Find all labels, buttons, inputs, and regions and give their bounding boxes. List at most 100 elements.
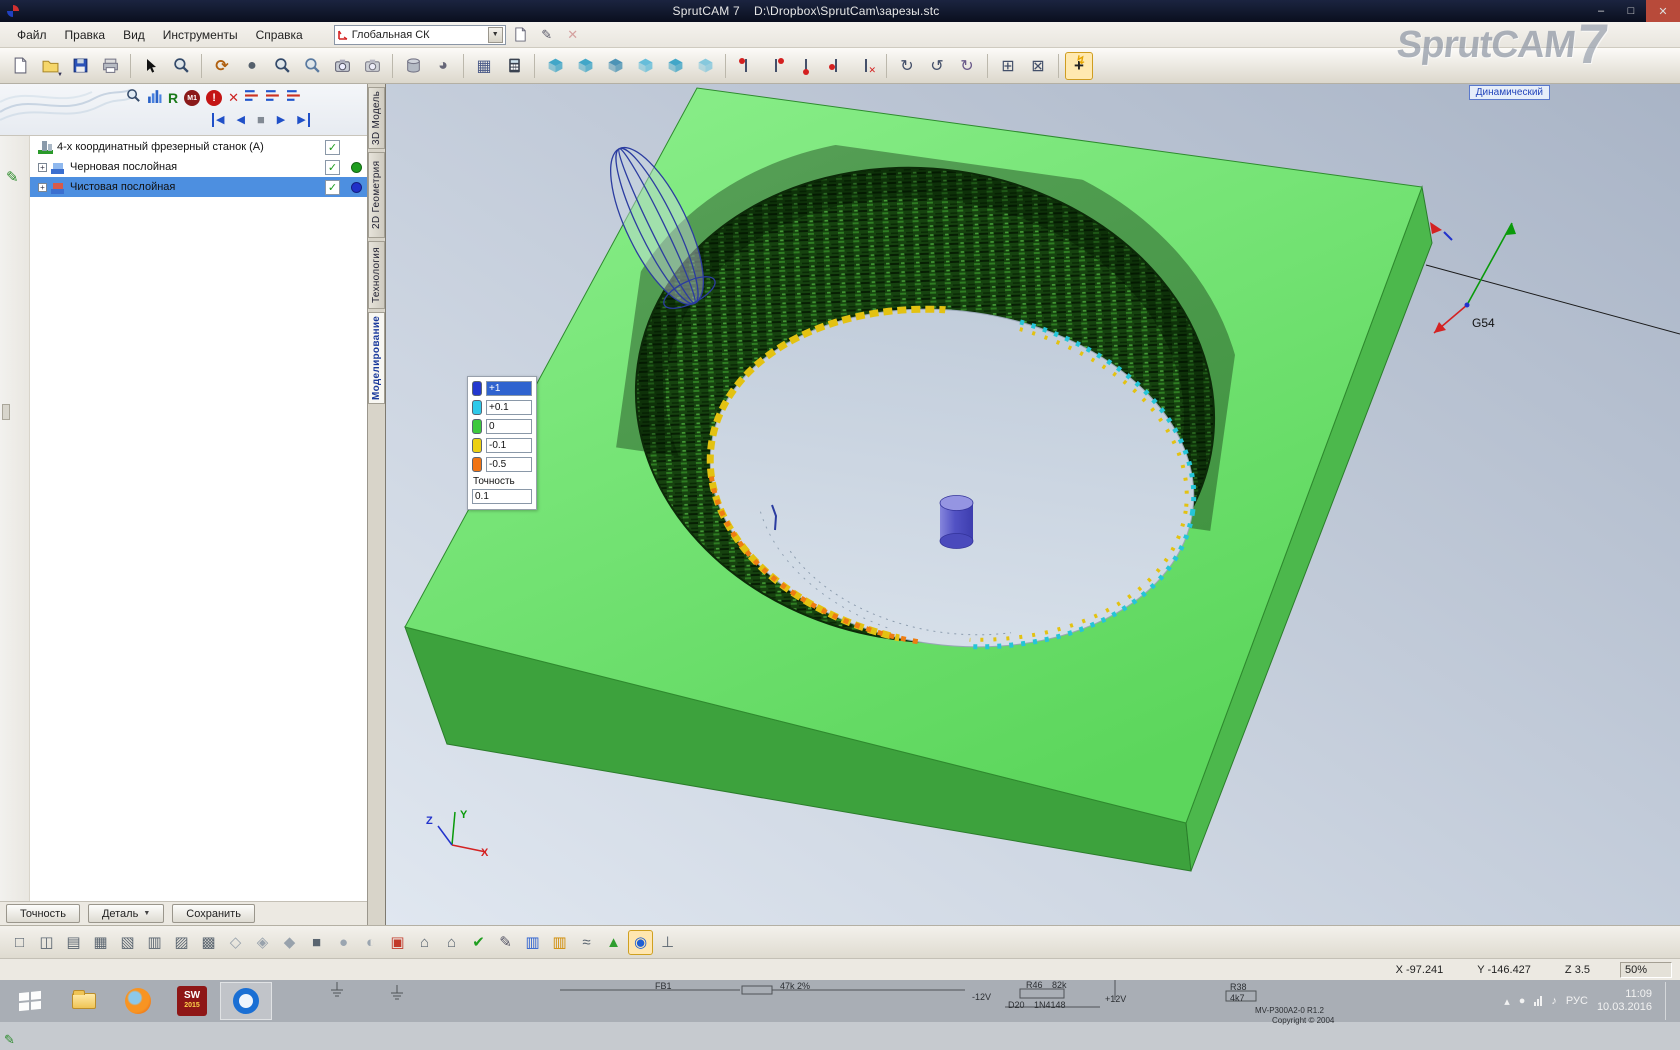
checkmark-icon[interactable]: ✓ bbox=[325, 139, 340, 155]
taskbar-clock[interactable]: 11:09 10.03.2016 bbox=[1597, 988, 1652, 1014]
tree-item-machine[interactable]: 4-х координатный фрезерный станок (А) ✓ bbox=[30, 137, 367, 157]
delete-point-icon[interactable]: ✕ bbox=[852, 52, 880, 80]
new-document-icon[interactable] bbox=[6, 52, 34, 80]
coordinate-capture-icon[interactable]: + ↯ bbox=[1065, 51, 1093, 80]
taskbar-explorer[interactable] bbox=[58, 982, 110, 1020]
statistics-icon[interactable] bbox=[147, 88, 162, 108]
tab-2d-geometry[interactable]: 2D Геометрия bbox=[368, 152, 385, 238]
taskbar-firefox[interactable] bbox=[112, 982, 164, 1020]
edit-pencil-icon[interactable]: ✎ bbox=[6, 168, 19, 186]
stop-icon[interactable]: ■ bbox=[257, 113, 265, 127]
menu-tools[interactable]: Инструменты bbox=[154, 24, 247, 46]
sort-list-icon-3[interactable] bbox=[287, 89, 302, 107]
wireframe-box-icon[interactable]: □ bbox=[7, 930, 32, 955]
section-box-icon[interactable]: ▧ bbox=[115, 930, 140, 955]
copy-cs-icon[interactable] bbox=[510, 25, 532, 45]
menu-view[interactable]: Вид bbox=[114, 24, 154, 46]
save-icon[interactable] bbox=[66, 52, 94, 80]
menu-help[interactable]: Справка bbox=[247, 24, 312, 46]
step-back-icon[interactable]: ◀ bbox=[236, 113, 244, 127]
expand-icon[interactable]: + bbox=[38, 182, 47, 192]
taskbar-solidworks[interactable]: SW 2015 bbox=[166, 982, 218, 1020]
play-icon[interactable]: ▶ bbox=[277, 113, 285, 127]
chart-orange-icon[interactable]: ▥ bbox=[547, 930, 572, 955]
mesh-box-icon[interactable]: ▦ bbox=[88, 930, 113, 955]
accuracy-button[interactable]: Точность bbox=[6, 904, 80, 923]
checkmark-icon[interactable]: ✓ bbox=[325, 179, 340, 195]
tab-3d-model[interactable]: 3D Модель bbox=[368, 87, 385, 149]
rotate-angle-icon[interactable]: ↻ bbox=[953, 52, 981, 80]
viewport-3d-scene[interactable]: Y X Z G54 bbox=[386, 84, 1680, 925]
print-icon[interactable] bbox=[96, 52, 124, 80]
sort-list-icon-1[interactable] bbox=[245, 89, 260, 107]
network-icon[interactable] bbox=[1534, 996, 1543, 1006]
show-desktop-button[interactable] bbox=[1665, 982, 1672, 1020]
solid-block-icon[interactable]: ■ bbox=[304, 930, 329, 955]
machine-sim-icon[interactable]: ⌂ bbox=[412, 930, 437, 955]
view-xz-icon[interactable] bbox=[601, 52, 629, 80]
view-free-icon[interactable] bbox=[691, 52, 719, 80]
skip-start-icon[interactable]: ◀ bbox=[212, 113, 224, 127]
globe-selected-icon[interactable]: ◉ bbox=[628, 929, 653, 955]
rotate-ccw-icon[interactable]: ↺ bbox=[923, 52, 951, 80]
reset-icon[interactable]: R bbox=[168, 90, 178, 106]
half-sphere-icon[interactable]: ◐ bbox=[358, 930, 383, 955]
delete-operation-icon[interactable]: ✕ bbox=[228, 90, 239, 106]
view-mode-label[interactable]: Динамический bbox=[1468, 85, 1550, 100]
table-icon[interactable]: ▦ bbox=[470, 52, 498, 80]
dense-box-icon[interactable]: ▩ bbox=[196, 930, 221, 955]
snap-point-icon-4[interactable] bbox=[822, 52, 850, 80]
start-button[interactable] bbox=[4, 982, 56, 1020]
menu-edit[interactable]: Правка bbox=[56, 24, 115, 46]
zoom-select-icon[interactable] bbox=[167, 52, 195, 80]
diamond-solid-icon[interactable]: ◆ bbox=[277, 930, 302, 955]
taskbar-sprutcam[interactable] bbox=[220, 982, 272, 1020]
workpiece-icon[interactable] bbox=[399, 52, 427, 80]
splitter-grip[interactable] bbox=[2, 404, 10, 420]
expand-icon[interactable]: + bbox=[38, 162, 47, 172]
legend-value-input[interactable]: -0.1 bbox=[486, 438, 532, 453]
language-indicator[interactable]: РУС bbox=[1566, 995, 1588, 1007]
find-operation-icon[interactable] bbox=[126, 88, 141, 108]
edit-path-icon[interactable]: ✎ bbox=[493, 930, 518, 955]
snap-point-icon-1[interactable] bbox=[732, 52, 760, 80]
legend-value-input[interactable]: -0.5 bbox=[486, 457, 532, 472]
edit-cs-icon[interactable]: ✎ bbox=[536, 25, 558, 45]
save-button[interactable]: Сохранить bbox=[172, 904, 255, 923]
menu-file[interactable]: Файл bbox=[8, 24, 56, 46]
select-cursor-icon[interactable] bbox=[137, 52, 165, 80]
path-wave-icon[interactable]: ≈ bbox=[574, 930, 599, 955]
tree-item-finishing[interactable]: + Чистовая послойная ✓ bbox=[30, 177, 367, 197]
grid-box-icon[interactable]: ▥ bbox=[142, 930, 167, 955]
hatch-box-icon[interactable]: ▨ bbox=[169, 930, 194, 955]
rotate-view-icon[interactable]: ⟳ bbox=[208, 52, 236, 80]
view-xy-icon[interactable] bbox=[571, 52, 599, 80]
probe-icon[interactable]: ⊥ bbox=[655, 930, 680, 955]
viewport-3d[interactable]: Y X Z G54 Динамический +1 +0.1 0 -0.1 -0… bbox=[386, 84, 1680, 925]
accuracy-plant-icon[interactable]: ▲ bbox=[601, 930, 626, 955]
view-yz-icon[interactable] bbox=[631, 52, 659, 80]
tab-simulation[interactable]: Моделирование bbox=[368, 312, 385, 404]
close-button[interactable]: ✕ bbox=[1646, 0, 1680, 22]
combo-dropdown-icon[interactable]: ▼ bbox=[487, 26, 503, 43]
chart-blue-icon[interactable]: ▥ bbox=[520, 930, 545, 955]
ok-check-icon[interactable]: ✔ bbox=[466, 930, 491, 955]
diamond-shaded-icon[interactable]: ◈ bbox=[250, 930, 275, 955]
sphere-icon[interactable]: ● bbox=[331, 930, 356, 955]
open-document-icon[interactable]: ▼ bbox=[36, 52, 64, 80]
tray-status-icon[interactable]: ● bbox=[1519, 995, 1526, 1007]
tray-expand-icon[interactable]: ▴ bbox=[1504, 995, 1510, 1008]
delete-cs-icon[interactable]: ✕ bbox=[562, 25, 584, 45]
snapshot-icon[interactable] bbox=[328, 52, 356, 80]
shaded-view-icon[interactable]: ● bbox=[238, 52, 266, 80]
minimize-button[interactable]: – bbox=[1586, 0, 1616, 22]
deviation-legend-panel[interactable]: +1 +0.1 0 -0.1 -0.5 Точность 0.1 bbox=[467, 376, 537, 510]
legend-value-input[interactable]: 0 bbox=[486, 419, 532, 434]
tree-item-roughing[interactable]: + Черновая послойная ✓ bbox=[30, 157, 367, 177]
zoom-window-icon[interactable] bbox=[298, 52, 326, 80]
collision-box-icon[interactable]: ▣ bbox=[385, 930, 410, 955]
accuracy-input[interactable]: 0.1 bbox=[472, 489, 532, 504]
zoom-level[interactable]: 50% bbox=[1620, 961, 1672, 978]
merge-icon[interactable]: ⊠ bbox=[1024, 52, 1052, 80]
rotate-cw-icon[interactable]: ↻ bbox=[893, 52, 921, 80]
